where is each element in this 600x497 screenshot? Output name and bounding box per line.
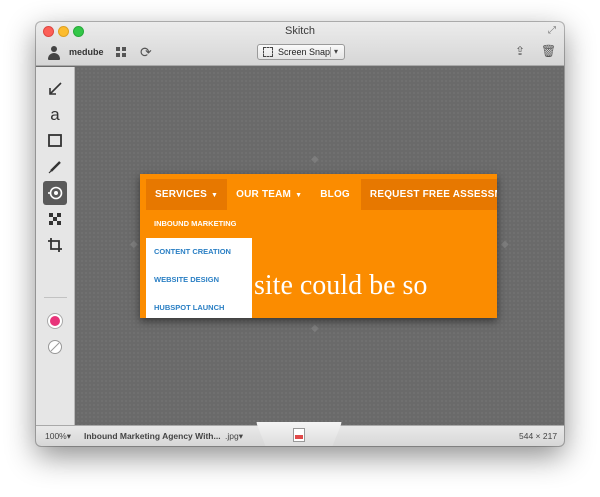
snapshot-nav: SERVICES ▼ OUR TEAM ▼ BLOG REQUEST FREE AS… [146,179,497,210]
highlighter-tool-icon[interactable] [43,181,67,205]
fullscreen-icon[interactable]: ⤢ [548,25,556,36]
image-dimensions: 544 × 217 [519,431,558,441]
refresh-icon[interactable]: ⟳ [140,44,152,61]
skitch-window: Skitch ⤢ medube ⟳ Screen Snap ▾ ⇪ 🗑 a ◆ … [36,22,564,446]
screen-snap-label: Screen Snap [278,47,331,57]
nav-our-team-label: OUR TEAM [236,189,292,200]
pixelate-tool-icon[interactable] [43,207,67,231]
dropdown-item: CONTENT CREATION [154,247,231,256]
title-bar: Skitch ⤢ medube ⟳ Screen Snap ▾ ⇪ 🗑 [36,22,564,66]
secondary-color-swatch[interactable] [48,340,62,354]
format-select[interactable]: .jpg▾ [225,431,243,442]
nav-blog: BLOG [320,189,350,200]
nav-cta: REQUEST FREE ASSESSMENT [360,179,497,210]
dropdown-item: INBOUND MARKETING [146,210,252,238]
resize-handle-right[interactable]: ◆ [501,239,509,250]
rectangle-tool-icon[interactable] [43,129,67,153]
hero-text: site could be so [254,270,428,301]
canvas[interactable]: ◆ ◆ ◆ ◆ SERVICES ▼ OUR TEAM ▼ BLOG REQUEST… [76,67,564,425]
resize-handle-bottom[interactable]: ◆ [311,323,319,334]
nav-services-label: SERVICES [155,189,207,200]
divider [44,297,67,298]
divider [330,47,331,57]
text-tool-icon[interactable]: a [43,103,67,127]
grid-icon[interactable] [116,47,126,57]
arrow-tool-icon[interactable] [43,77,67,101]
tool-palette: a [36,67,75,425]
chevron-down-icon[interactable]: ▾ [334,47,338,56]
trash-icon[interactable]: 🗑 [541,44,556,58]
primary-color-swatch[interactable] [48,314,62,328]
nav-our-team: OUR TEAM ▼ [227,179,311,210]
crop-icon [263,47,273,57]
user-icon[interactable] [48,46,60,60]
pen-tool-icon[interactable] [43,155,67,179]
share-icon[interactable]: ⇪ [515,44,525,58]
window-title: Skitch [285,25,315,37]
dropdown-item: WEBSITE DESIGN [154,275,220,284]
crop-tool-icon[interactable] [43,233,67,257]
snapshot-image[interactable]: SERVICES ▼ OUR TEAM ▼ BLOG REQUEST FREE AS… [140,174,497,318]
dropdown-item: HUBSPOT LAUNCH [154,303,225,312]
resize-handle-top[interactable]: ◆ [311,154,319,165]
drag-export-tab[interactable] [256,422,342,446]
username-label[interactable]: medube [69,47,104,57]
nav-services: SERVICES ▼ [146,179,228,210]
zoom-select[interactable]: 100%▾ [45,431,71,442]
caret-down-icon: ▼ [295,192,303,199]
resize-handle-left[interactable]: ◆ [130,239,138,250]
services-dropdown: INBOUND MARKETING CONTENT CREATION WEBSI… [146,210,252,318]
filename-field[interactable]: Inbound Marketing Agency With... [84,431,221,441]
screen-snap-button[interactable]: Screen Snap ▾ [257,44,345,60]
caret-down-icon: ▼ [211,192,219,199]
file-icon [293,428,305,442]
